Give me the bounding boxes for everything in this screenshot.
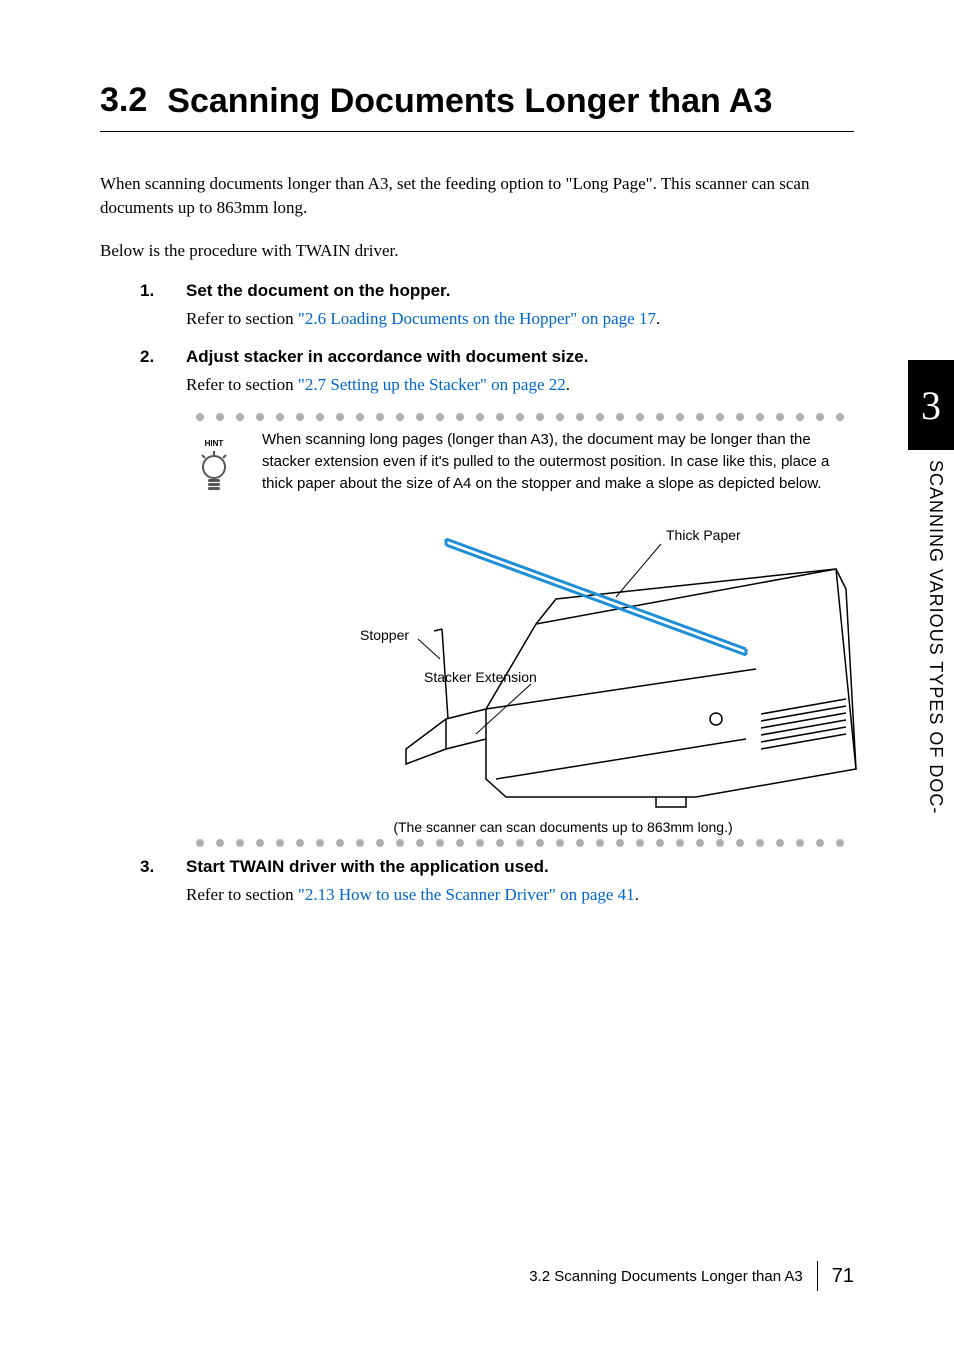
ref-suffix: .: [635, 885, 639, 904]
ref-prefix: Refer to section: [186, 885, 298, 904]
scanner-diagram: Thick Paper Stopper Stacker Extension: [356, 509, 876, 809]
step-body: Refer to section "2.13 How to use the Sc…: [140, 885, 854, 905]
diagram-label-thick-paper: Thick Paper: [666, 527, 741, 543]
hint-text: When scanning long pages (longer than A3…: [262, 429, 854, 494]
step-1: 1. Set the document on the hopper. Refer…: [100, 281, 854, 329]
step-body: Refer to section "2.7 Setting up the Sta…: [140, 375, 854, 395]
chapter-title-vertical: SCANNING VARIOUS TYPES OF DOC-: [916, 460, 946, 814]
diagram-label-stopper: Stopper: [360, 627, 409, 643]
cross-reference-link[interactable]: "2.13 How to use the Scanner Driver" on …: [298, 885, 635, 904]
lightbulb-icon: [194, 451, 234, 495]
intro-paragraph-1: When scanning documents longer than A3, …: [100, 172, 854, 221]
ref-suffix: .: [566, 375, 570, 394]
hint-label: HINT: [205, 439, 224, 448]
page-number: 71: [832, 1265, 854, 1288]
step-2: 2. Adjust stacker in accordance with doc…: [100, 347, 854, 395]
diagram-label-stacker-extension: Stacker Extension: [424, 669, 537, 685]
chapter-number: 3: [921, 382, 941, 429]
ref-suffix: .: [656, 309, 660, 328]
page-footer: 3.2 Scanning Documents Longer than A3 71: [100, 1261, 854, 1291]
decorative-dots-top: [186, 413, 854, 421]
hint-block: HINT When scanning long pages (longer th…: [100, 413, 854, 847]
heading-rule: [100, 131, 854, 132]
section-heading: 3.2 Scanning Documents Longer than A3: [100, 80, 854, 123]
chapter-tab: 3: [908, 360, 954, 450]
step-body: Refer to section "2.6 Loading Documents …: [140, 309, 854, 329]
step-title: Set the document on the hopper.: [186, 281, 450, 301]
footer-divider: [817, 1261, 818, 1291]
intro-paragraph-2: Below is the procedure with TWAIN driver…: [100, 239, 854, 264]
cross-reference-link[interactable]: "2.7 Setting up the Stacker" on page 22: [298, 375, 566, 394]
step-number: 1.: [140, 281, 186, 301]
footer-section-title: 3.2 Scanning Documents Longer than A3: [529, 1268, 803, 1285]
section-title: Scanning Documents Longer than A3: [167, 80, 772, 123]
ref-prefix: Refer to section: [186, 309, 298, 328]
hint-icon: HINT: [186, 429, 242, 495]
decorative-dots-bottom: [186, 839, 854, 847]
step-title: Adjust stacker in accordance with docume…: [186, 347, 588, 367]
section-number: 3.2: [100, 80, 147, 121]
step-number: 3.: [140, 857, 186, 877]
step-3: 3. Start TWAIN driver with the applicati…: [100, 857, 854, 905]
diagram-caption: (The scanner can scan documents up to 86…: [272, 819, 854, 835]
step-title: Start TWAIN driver with the application …: [186, 857, 549, 877]
ref-prefix: Refer to section: [186, 375, 298, 394]
step-number: 2.: [140, 347, 186, 367]
cross-reference-link[interactable]: "2.6 Loading Documents on the Hopper" on…: [298, 309, 656, 328]
